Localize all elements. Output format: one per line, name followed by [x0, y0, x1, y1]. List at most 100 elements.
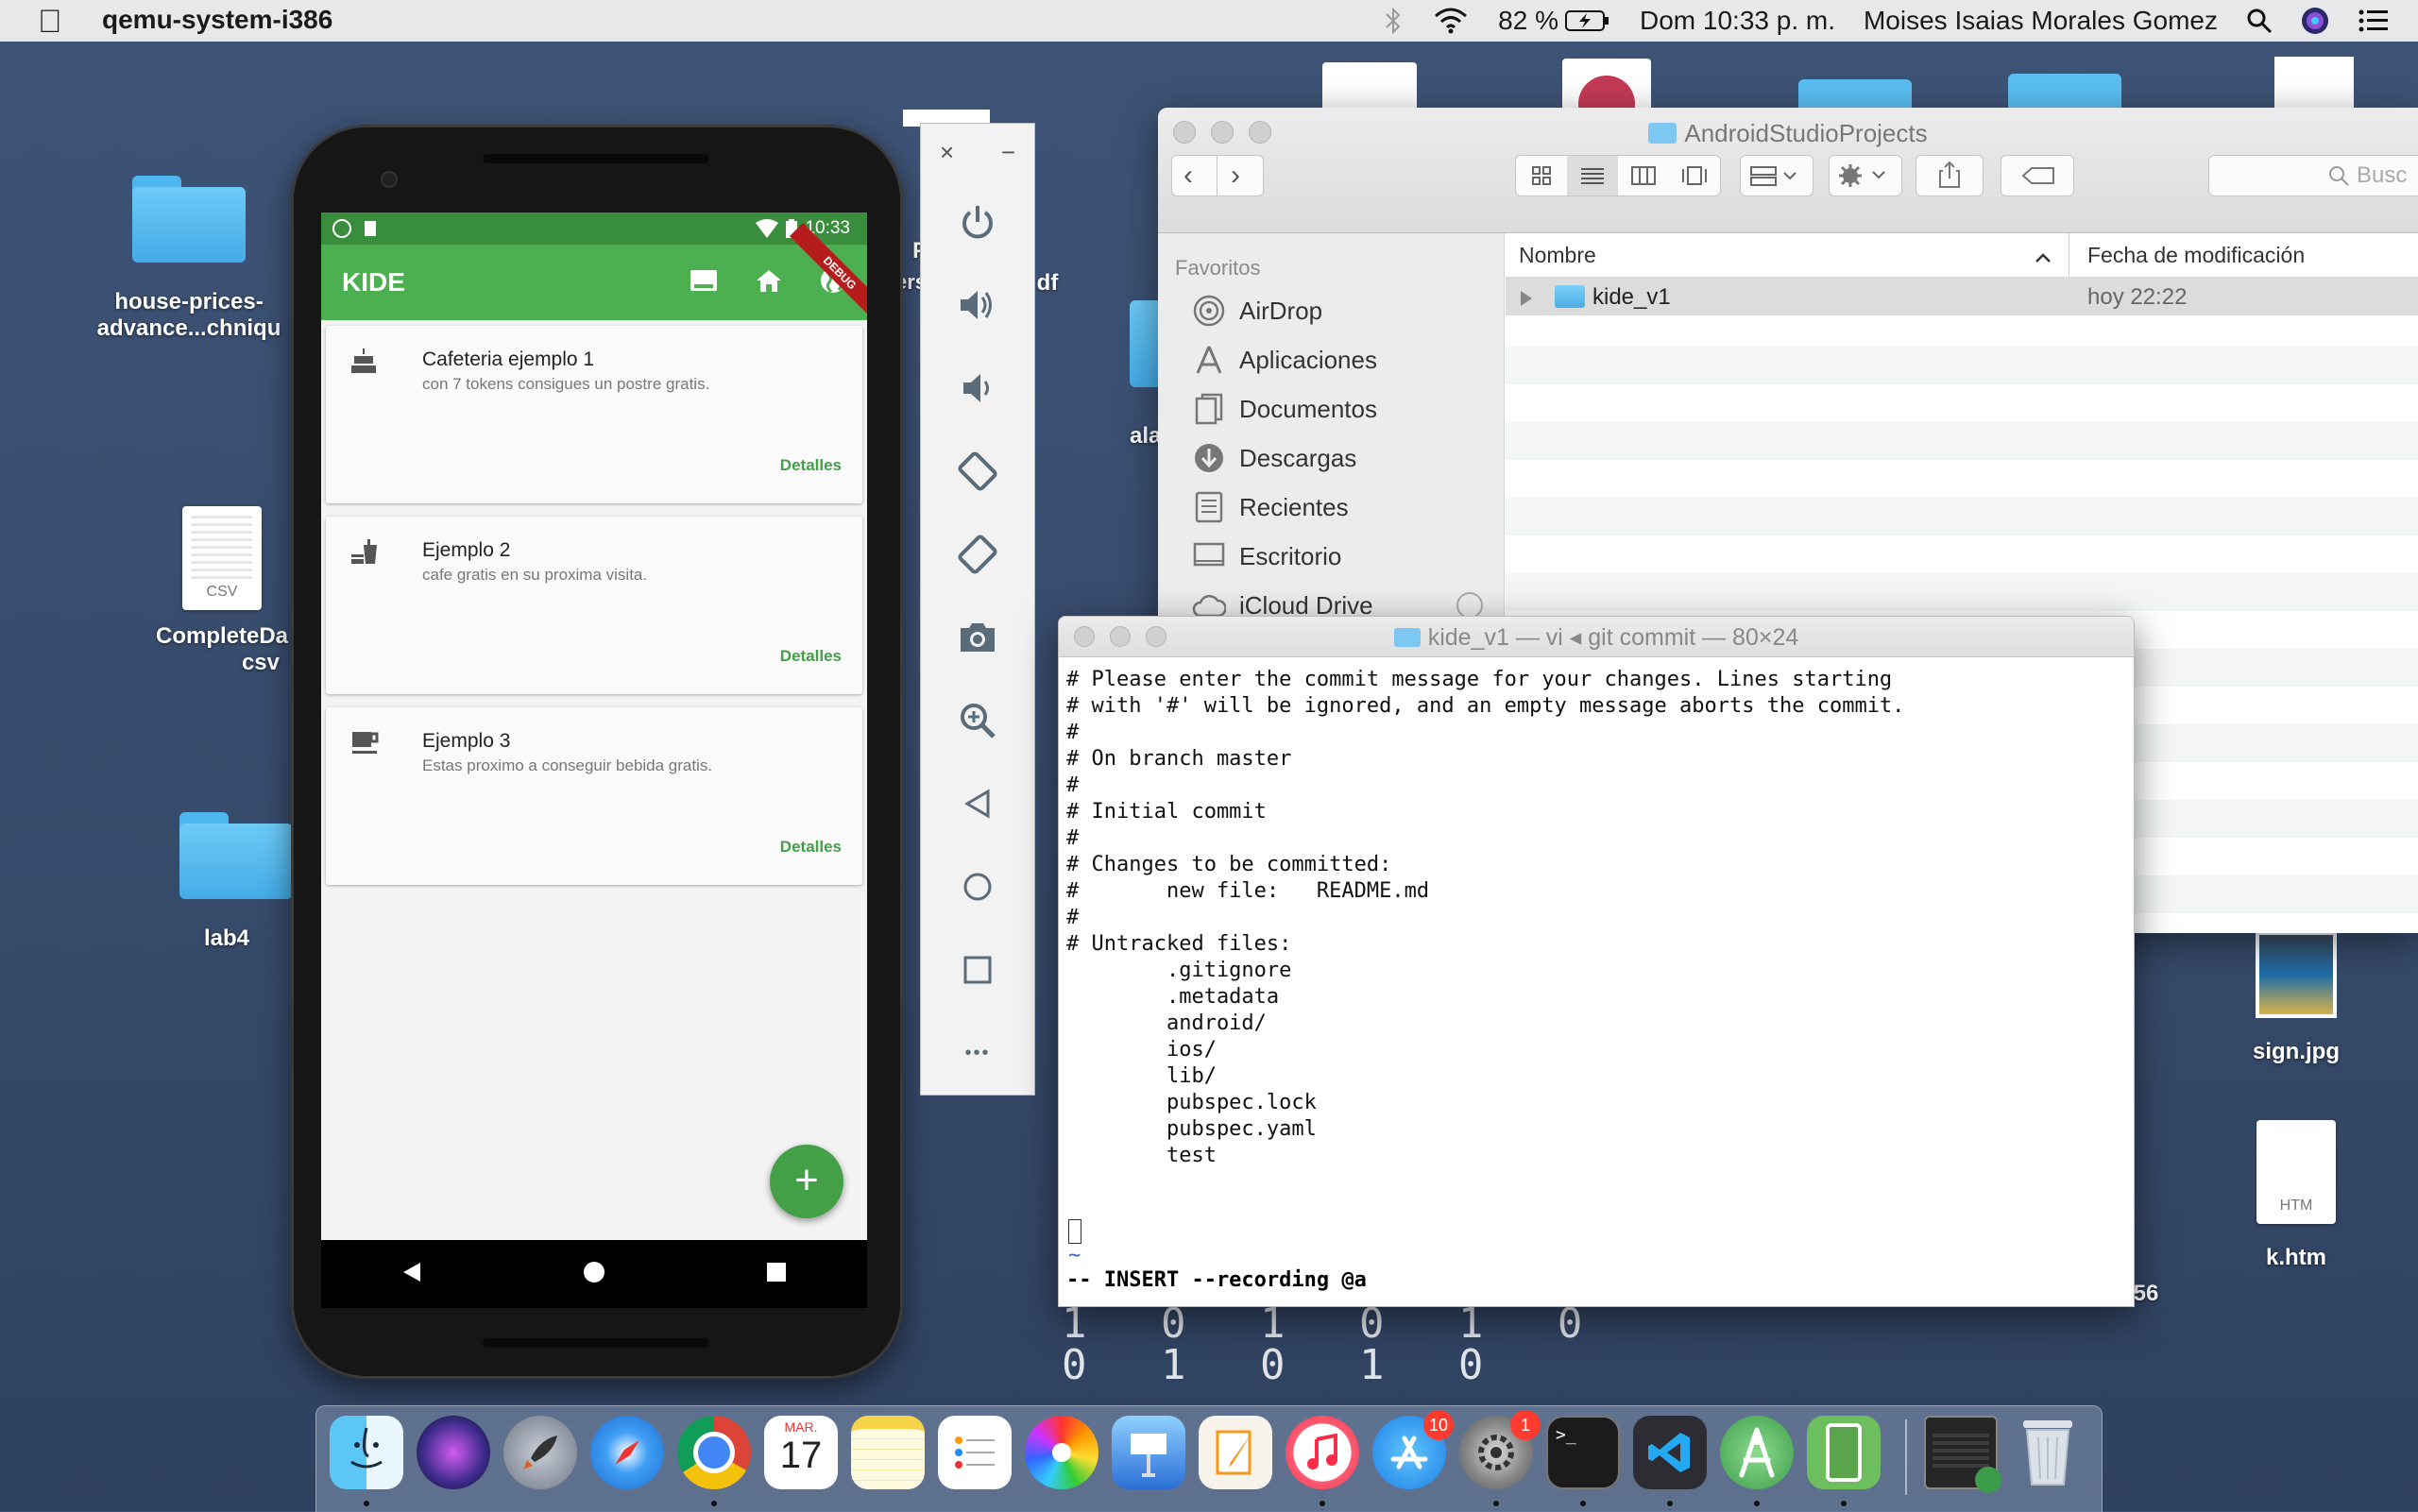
pages-icon[interactable]: [1199, 1416, 1272, 1489]
reward-card[interactable]: Cafeteria ejemplo 1 con 7 tokens consigu…: [326, 326, 862, 503]
rotate-right-icon[interactable]: [921, 513, 1034, 596]
sort-ascending-icon[interactable]: [2035, 245, 2052, 270]
volume-down-icon[interactable]: [921, 347, 1034, 430]
finder-toolbar: AndroidStudioProjects ‹ › Busc: [1158, 108, 2418, 233]
launchpad-rocket-icon[interactable]: [503, 1416, 577, 1489]
details-button[interactable]: Detalles: [780, 838, 842, 857]
card-view-icon[interactable]: [690, 269, 718, 297]
edit-tags-button[interactable]: [2001, 155, 2074, 196]
rotate-left-icon[interactable]: [921, 430, 1034, 513]
system-preferences-gear-icon[interactable]: 1: [1459, 1410, 1541, 1489]
back-nav-icon[interactable]: [401, 1261, 422, 1288]
bluetooth-icon[interactable]: [1383, 7, 1404, 35]
notification-center-icon[interactable]: [2358, 8, 2390, 34]
more-options-icon[interactable]: •••: [921, 1011, 1034, 1095]
sidebar-item-descargas[interactable]: Descargas: [1158, 433, 1504, 483]
desktop-item-df-label[interactable]: df: [1033, 270, 1062, 297]
wifi-icon[interactable]: [1432, 7, 1470, 35]
desktop-pdf-partial-icon[interactable]: [1562, 59, 1651, 108]
desktop-folder-house-prices[interactable]: house-prices- advance...chniqu: [94, 176, 283, 342]
spotlight-search-icon[interactable]: [2246, 8, 2273, 34]
siri-dock-icon[interactable]: [417, 1416, 490, 1489]
volume-up-icon[interactable]: [921, 263, 1034, 347]
list-view-icon[interactable]: [1567, 156, 1618, 195]
recents-icon: [1192, 490, 1226, 524]
reminders-icon[interactable]: [938, 1416, 1012, 1489]
column-header-name[interactable]: Nombre: [1519, 243, 1596, 268]
home-circle-icon[interactable]: [921, 845, 1034, 928]
trash-icon[interactable]: [2011, 1416, 2085, 1489]
terminal-line: test: [1166, 1144, 1217, 1167]
chrome-icon[interactable]: [677, 1416, 751, 1489]
emulator-close-button[interactable]: ×: [940, 138, 954, 167]
column-header-modified[interactable]: Fecha de modificación: [2087, 243, 2305, 268]
desktop-file-k-htm[interactable]: HTM k.htm: [2244, 1120, 2348, 1271]
vscode-icon[interactable]: [1633, 1416, 1707, 1489]
home-nav-icon[interactable]: [583, 1261, 605, 1288]
finder-search-field[interactable]: Busc: [2208, 155, 2418, 196]
action-gear-button[interactable]: [1829, 155, 1902, 196]
desktop-file-partial-icon[interactable]: [1322, 62, 1417, 108]
android-screen: 10:33 KIDE DEBUG Cafeteria ejemplo 1 con…: [321, 212, 867, 1240]
terminal-line: # Initial commit: [1066, 800, 1267, 824]
group-by-button[interactable]: [1740, 155, 1814, 196]
column-view-icon[interactable]: [1618, 156, 1669, 195]
app-store-icon[interactable]: 10: [1372, 1410, 1454, 1489]
siri-icon[interactable]: [2301, 7, 2329, 35]
terminal-app-icon[interactable]: >_: [1546, 1416, 1620, 1489]
back-icon[interactable]: [921, 762, 1034, 845]
keynote-icon[interactable]: [1112, 1416, 1185, 1489]
add-fab-button[interactable]: +: [770, 1145, 843, 1218]
icon-view-icon[interactable]: [1516, 156, 1567, 195]
minimized-window-thumbnail[interactable]: [1924, 1416, 2001, 1493]
safari-compass-icon[interactable]: [590, 1416, 664, 1489]
desktop-spreadsheet-partial-icon[interactable]: [2274, 57, 2354, 108]
sidebar-item-documentos[interactable]: Documentos: [1158, 384, 1504, 433]
reward-card[interactable]: Ejemplo 2 cafe gratis en su proxima visi…: [326, 517, 862, 694]
share-button[interactable]: [1916, 155, 1984, 196]
recents-nav-icon[interactable]: [766, 1262, 787, 1287]
clock[interactable]: Dom 10:33 p. m.: [1640, 6, 1835, 36]
camera-icon[interactable]: [921, 596, 1034, 679]
desktop-folder-partial-icon[interactable]: [1798, 79, 1912, 108]
notes-icon[interactable]: [851, 1416, 925, 1489]
sidebar-item-airdrop[interactable]: AirDrop: [1158, 286, 1504, 335]
reward-card[interactable]: Ejemplo 3 Estas proximo a conseguir bebi…: [326, 707, 862, 885]
android-emulator-app-icon[interactable]: [1807, 1416, 1881, 1489]
forward-arrow-icon[interactable]: ›: [1231, 160, 1240, 192]
emulator-minimize-button[interactable]: −: [1001, 138, 1015, 167]
file-row[interactable]: kide_v1 hoy 22:22: [1506, 278, 2418, 315]
folder-icon: [1648, 123, 1677, 144]
apple-menu-icon[interactable]: : [38, 4, 62, 41]
desktop-folder-ala[interactable]: ala: [1130, 300, 1161, 450]
photos-icon[interactable]: [1025, 1416, 1098, 1489]
gallery-view-icon[interactable]: [1669, 156, 1720, 195]
user-name[interactable]: Moises Isaias Morales Gomez: [1864, 6, 2218, 36]
desktop-file-completedata-csv[interactable]: CSV CompleteDa csv: [151, 506, 293, 676]
desktop-file-sign-jpg[interactable]: sign.jpg: [2244, 931, 2348, 1065]
sidebar-item-escritorio[interactable]: Escritorio: [1158, 532, 1504, 581]
finder-dock-icon[interactable]: [330, 1416, 403, 1489]
battery-indicator[interactable]: 82 %: [1498, 6, 1611, 36]
android-nav-bar: [321, 1240, 867, 1308]
terminal-content[interactable]: # Please enter the commit message for yo…: [1059, 657, 2134, 1179]
text-cursor: [1068, 1219, 1081, 1244]
home-icon[interactable]: [756, 268, 782, 297]
calendar-icon[interactable]: MAR. 17: [764, 1416, 838, 1489]
active-app-name[interactable]: qemu-system-i386: [102, 5, 332, 35]
overview-square-icon[interactable]: [921, 928, 1034, 1011]
details-button[interactable]: Detalles: [780, 647, 842, 666]
desktop-folder-partial-icon[interactable]: [2008, 74, 2121, 108]
zoom-icon[interactable]: [921, 679, 1034, 762]
details-button[interactable]: Detalles: [780, 456, 842, 475]
search-placeholder: Busc: [2357, 162, 2408, 188]
sidebar-item-aplicaciones[interactable]: Aplicaciones: [1158, 335, 1504, 384]
android-studio-icon[interactable]: [1720, 1416, 1794, 1489]
desktop-folder-lab4[interactable]: lab4: [179, 812, 293, 952]
sidebar-item-recientes[interactable]: Recientes: [1158, 483, 1504, 532]
disclosure-triangle-icon[interactable]: [1519, 287, 1534, 314]
back-arrow-icon[interactable]: ‹: [1183, 160, 1193, 192]
itunes-music-icon[interactable]: [1286, 1416, 1359, 1489]
file-modified: hoy 22:22: [2087, 284, 2188, 310]
power-icon[interactable]: [921, 180, 1034, 263]
